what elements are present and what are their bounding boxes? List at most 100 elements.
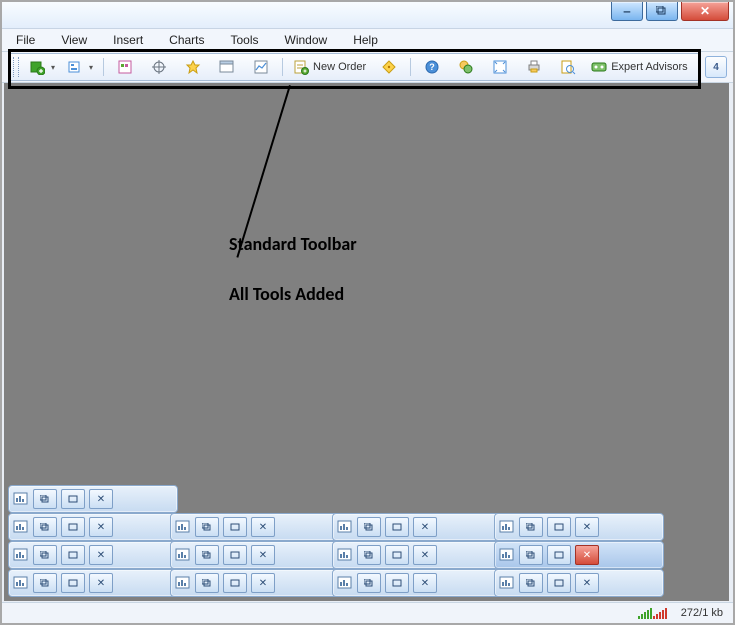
minimize-button[interactable]: ‒ (611, 2, 643, 21)
menu-help[interactable]: Help (347, 31, 384, 49)
mdi-close-button[interactable]: ✕ (575, 573, 599, 593)
mdi-restore-button[interactable] (33, 573, 57, 593)
strategy-tester-button[interactable] (246, 55, 276, 79)
menu-file[interactable]: File (10, 31, 41, 49)
mdi-window[interactable]: ✕ (332, 569, 502, 597)
chart-icon (175, 575, 191, 591)
restore-button[interactable] (646, 2, 678, 21)
help-button[interactable]: ? (417, 55, 447, 79)
mdi-maximize-button[interactable] (223, 517, 247, 537)
mdi-restore-button[interactable] (357, 545, 381, 565)
mdi-maximize-button[interactable] (547, 545, 571, 565)
mdi-maximize-button[interactable] (223, 573, 247, 593)
mdi-window[interactable]: ✕ (494, 513, 664, 541)
mdi-maximize-button[interactable] (61, 517, 85, 537)
mdi-close-button[interactable]: ✕ (89, 517, 113, 537)
expert-advisors-label: Expert Advisors (611, 61, 687, 73)
new-order-icon (293, 59, 309, 75)
expert-advisors-icon (591, 59, 607, 75)
new-chart-button[interactable]: ▾ (25, 55, 59, 79)
chart-icon (499, 575, 515, 591)
mdi-close-button[interactable]: ✕ (251, 545, 275, 565)
mdi-window[interactable]: ✕ (170, 513, 340, 541)
metaquotes-button[interactable] (374, 55, 404, 79)
mdi-maximize-button[interactable] (547, 573, 571, 593)
menu-view[interactable]: View (55, 31, 93, 49)
menu-charts[interactable]: Charts (163, 31, 210, 49)
mdi-maximize-button[interactable] (223, 545, 247, 565)
mdi-close-button[interactable]: ✕ (575, 545, 599, 565)
star-icon (185, 59, 201, 75)
mdi-close-button[interactable]: ✕ (413, 517, 437, 537)
mdi-window[interactable]: ✕ (8, 541, 178, 569)
options-button[interactable] (451, 55, 481, 79)
mdi-maximize-button[interactable] (385, 573, 409, 593)
mdi-restore-button[interactable] (195, 573, 219, 593)
mdi-close-button[interactable]: ✕ (89, 489, 113, 509)
navigator-button[interactable] (144, 55, 174, 79)
print-preview-button[interactable] (553, 55, 583, 79)
profiles-button[interactable]: ▾ (63, 55, 97, 79)
tester-icon (253, 59, 269, 75)
mdi-restore-button[interactable] (519, 517, 543, 537)
mdi-close-button[interactable]: ✕ (89, 545, 113, 565)
mdi-window[interactable]: ✕ (494, 569, 664, 597)
close-button[interactable]: ✕ (681, 2, 729, 21)
new-order-button[interactable]: New Order (289, 55, 370, 79)
toolbar-separator (410, 58, 411, 76)
expert-advisors-button[interactable]: Expert Advisors (587, 55, 694, 79)
mdi-restore-button[interactable] (519, 573, 543, 593)
mdi-window[interactable]: ✕ (8, 569, 178, 597)
mdi-maximize-button[interactable] (61, 489, 85, 509)
traffic-label: 272/1 kb (681, 607, 723, 619)
chart-icon (337, 519, 353, 535)
mdi-window[interactable]: ✕ (8, 485, 178, 513)
mdi-window[interactable]: ✕ (170, 569, 340, 597)
mdi-restore-button[interactable] (519, 545, 543, 565)
mdi-close-button[interactable]: ✕ (575, 517, 599, 537)
mdi-window[interactable]: ✕ (494, 541, 664, 569)
mdi-restore-button[interactable] (33, 489, 57, 509)
mdi-close-button[interactable]: ✕ (413, 573, 437, 593)
alerts-badge[interactable]: 4 (705, 56, 727, 78)
toolbar-grip[interactable] (13, 57, 19, 77)
mdi-window[interactable]: ✕ (332, 513, 502, 541)
chart-icon (499, 519, 515, 535)
alert-icon (381, 59, 397, 75)
chart-icon (499, 547, 515, 563)
menu-window[interactable]: Window (279, 31, 334, 49)
new-order-label: New Order (313, 61, 366, 73)
mdi-restore-button[interactable] (357, 517, 381, 537)
market-watch-button[interactable] (110, 55, 140, 79)
mdi-cluster: ✕ ✕ ✕ ✕ ✕ ✕ ✕ ✕ ✕ ✕ ✕ ✕ ✕ (8, 485, 658, 597)
mdi-window[interactable]: ✕ (170, 541, 340, 569)
mdi-maximize-button[interactable] (61, 573, 85, 593)
mdi-close-button[interactable]: ✕ (89, 573, 113, 593)
mdi-restore-button[interactable] (33, 517, 57, 537)
mdi-restore-button[interactable] (357, 573, 381, 593)
mdi-restore-button[interactable] (195, 517, 219, 537)
menu-insert[interactable]: Insert (107, 31, 149, 49)
mdi-restore-button[interactable] (33, 545, 57, 565)
menu-tools[interactable]: Tools (225, 31, 265, 49)
status-bar: 272/1 kb (2, 602, 733, 623)
mdi-close-button[interactable]: ✕ (413, 545, 437, 565)
mdi-close-button[interactable]: ✕ (251, 573, 275, 593)
print-button[interactable] (519, 55, 549, 79)
mdi-close-button[interactable]: ✕ (251, 517, 275, 537)
svg-text:?: ? (429, 62, 435, 72)
mdi-window[interactable]: ✕ (8, 513, 178, 541)
mdi-maximize-button[interactable] (385, 517, 409, 537)
mdi-maximize-button[interactable] (61, 545, 85, 565)
mdi-maximize-button[interactable] (547, 517, 571, 537)
crosshair-icon (151, 59, 167, 75)
chart-icon (13, 547, 29, 563)
mdi-restore-button[interactable] (195, 545, 219, 565)
mdi-maximize-button[interactable] (385, 545, 409, 565)
fullscreen-button[interactable] (485, 55, 515, 79)
profiles-icon (67, 59, 83, 75)
mdi-window[interactable]: ✕ (332, 541, 502, 569)
data-window-button[interactable] (178, 55, 208, 79)
window-controls: ‒ ✕ (611, 2, 729, 21)
terminal-button[interactable] (212, 55, 242, 79)
